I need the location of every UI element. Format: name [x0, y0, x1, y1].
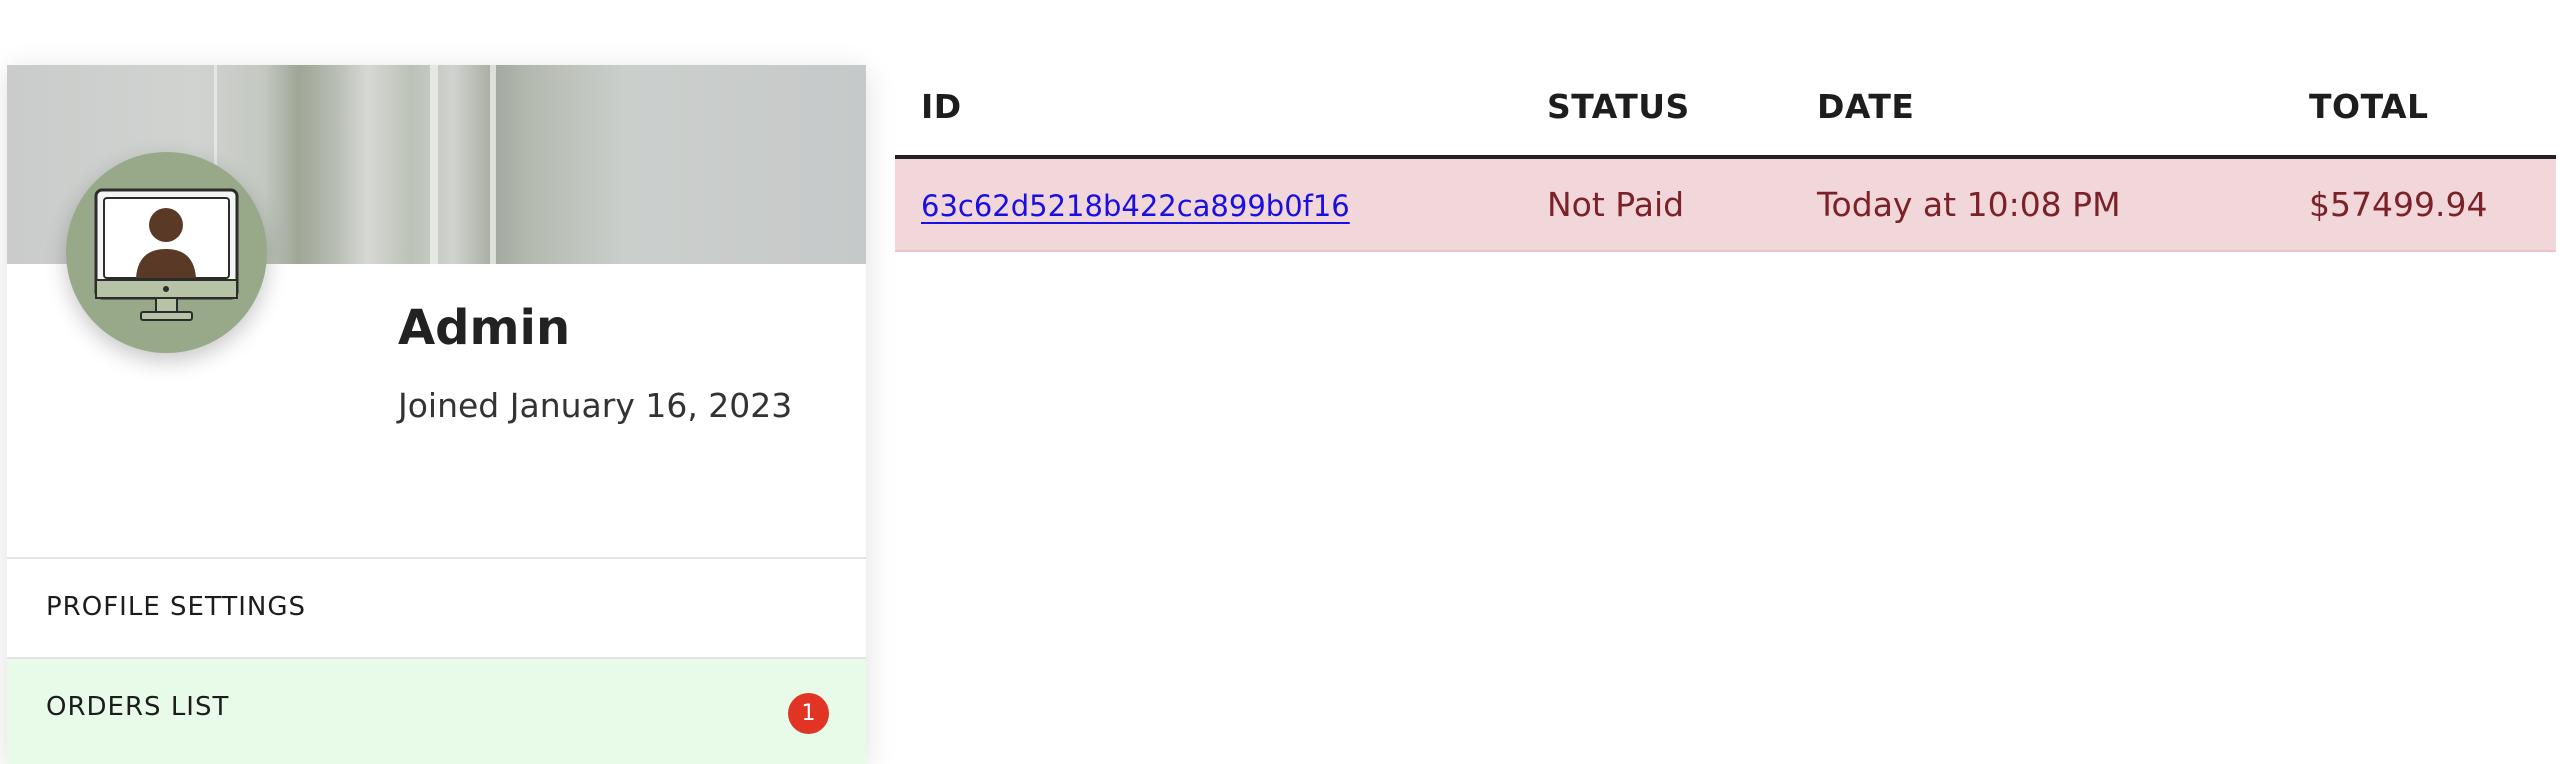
user-monitor-icon — [94, 188, 239, 321]
order-id-link[interactable]: 63c62d5218b422ca899b0f16 — [921, 189, 1350, 223]
column-header-date: DATE — [1817, 87, 1915, 126]
column-header-total: TOTAL — [2309, 87, 2429, 126]
menu-item-label: PROFILE SETTINGS — [46, 592, 307, 622]
avatar — [66, 152, 267, 353]
menu-item-label: ORDERS LIST — [46, 692, 230, 722]
column-header-id: ID — [921, 87, 962, 126]
menu-item-profile-settings[interactable]: PROFILE SETTINGS — [7, 557, 866, 657]
column-header-status: STATUS — [1547, 87, 1690, 126]
profile-name: Admin — [398, 300, 571, 356]
order-date: Today at 10:08 PM — [1817, 185, 2121, 224]
profile-card: Admin Joined January 16, 2023 PROFILE SE… — [7, 65, 866, 764]
order-status: Not Paid — [1547, 185, 1685, 224]
profile-joined-date: Joined January 16, 2023 — [398, 386, 793, 425]
menu-item-orders-list[interactable]: ORDERS LIST 1 — [7, 657, 866, 764]
order-total: $57499.94 — [2309, 185, 2488, 224]
orders-count-badge: 1 — [788, 693, 829, 734]
